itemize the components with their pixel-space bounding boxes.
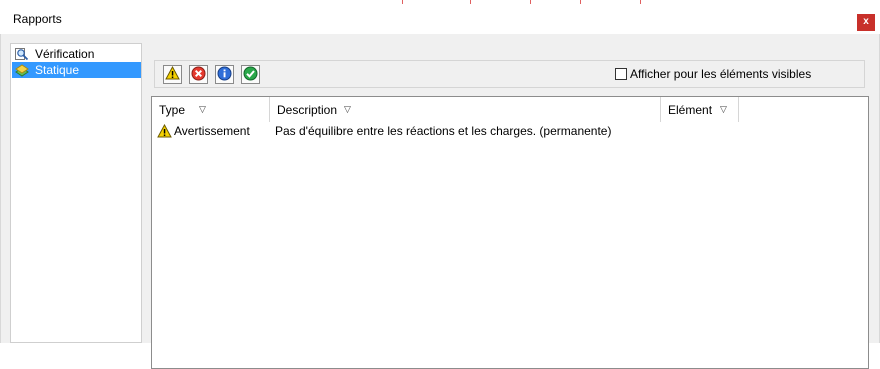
visible-elements-checkbox[interactable]: Afficher pour les éléments visibles	[615, 67, 811, 81]
filter-icon[interactable]: ▽	[344, 104, 351, 115]
tree-item-statique[interactable]: Statique	[12, 62, 141, 78]
filter-icon[interactable]: ▽	[199, 104, 206, 115]
info-icon	[217, 66, 232, 84]
column-header-label: Type	[159, 102, 186, 117]
title-bar: Rapports x	[0, 4, 880, 34]
column-header-description[interactable]: Description ▽	[270, 97, 661, 122]
checkbox-label: Afficher pour les éléments visibles	[630, 67, 812, 81]
static-analysis-icon	[15, 63, 29, 77]
error-icon	[191, 66, 206, 84]
report-tree: Vérification Statique	[10, 43, 142, 343]
warning-icon	[165, 65, 180, 83]
column-header-label: Elément	[668, 102, 713, 117]
table-row[interactable]: Avertissement Pas d'équilibre entre les …	[152, 123, 852, 139]
window-title: Rapports	[13, 12, 62, 26]
warning-icon	[157, 124, 172, 138]
tree-item-verification[interactable]: Vérification	[12, 46, 141, 62]
filter-icon[interactable]: ▽	[720, 104, 727, 115]
info-filter-button[interactable]	[215, 65, 234, 84]
dialog-body: Vérification Statique Afficher pour les …	[0, 34, 880, 369]
warning-filter-button[interactable]	[163, 65, 182, 84]
magnifier-check-icon	[15, 47, 29, 61]
description-cell: Pas d'équilibre entre les réactions et l…	[275, 124, 612, 138]
column-header-type[interactable]: Type ▽	[152, 97, 270, 122]
error-filter-button[interactable]	[189, 65, 208, 84]
reports-table: Type ▽ Description ▽ Elément ▽ Avertisse…	[151, 96, 869, 369]
ok-filter-button[interactable]	[241, 65, 260, 84]
tree-item-label: Vérification	[35, 47, 95, 61]
type-cell: Avertissement	[157, 123, 250, 139]
checkbox-box[interactable]	[615, 68, 627, 80]
column-header-label: Description	[277, 102, 338, 117]
column-header-element[interactable]: Elément ▽	[661, 97, 739, 122]
tree-item-label: Statique	[35, 63, 80, 77]
close-button[interactable]: x	[857, 14, 875, 31]
ok-check-icon	[243, 66, 258, 84]
filter-toolbar: Afficher pour les éléments visibles	[154, 60, 865, 88]
type-label: Avertissement	[174, 124, 250, 138]
